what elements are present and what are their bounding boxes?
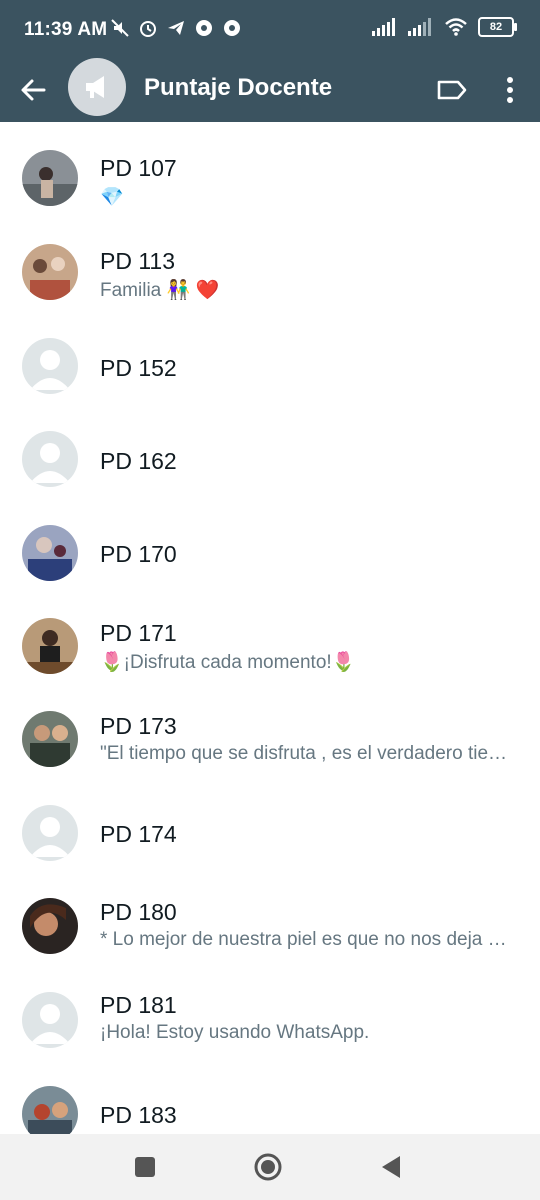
contact-name: PD 113 — [100, 248, 176, 274]
contact-status: 💎 — [100, 187, 124, 208]
battery-icon: 82 — [478, 17, 517, 37]
signal-icon — [408, 18, 431, 36]
contact-row[interactable]: PD 183 — [0, 1052, 540, 1134]
status-bar: 11:39 AM 82 — [0, 0, 540, 58]
contact-row[interactable]: PD 113 Familia 👫 ❤️ — [0, 215, 540, 308]
contact-name: PD 173 — [100, 713, 177, 739]
contact-row[interactable]: PD 181 ¡Hola! Estoy usando WhatsApp. — [0, 959, 540, 1052]
home-circle-icon[interactable] — [251, 1150, 285, 1184]
contact-row[interactable]: PD 173 "El tiempo que se disfruta , es e… — [0, 680, 540, 773]
contact-name: PD 171 — [100, 620, 177, 646]
contact-name: PD 170 — [100, 541, 177, 567]
contact-avatar[interactable] — [22, 711, 78, 767]
app-bar: Puntaje Docente — [0, 58, 540, 122]
contact-status: "El tiempo que se disfruta , es el verda… — [100, 743, 516, 764]
navigation-bar — [0, 1134, 540, 1200]
contact-status: * Lo mejor de nuestra piel es que no nos… — [100, 929, 516, 950]
default-avatar-icon[interactable] — [22, 431, 78, 487]
contact-name: PD 152 — [100, 355, 177, 381]
default-avatar-icon[interactable] — [22, 338, 78, 394]
back-triangle-icon[interactable] — [374, 1150, 408, 1184]
contact-name: PD 107 — [100, 155, 177, 181]
default-avatar-icon[interactable] — [22, 805, 78, 861]
contact-avatar[interactable] — [22, 1086, 78, 1134]
contact-avatar[interactable] — [22, 898, 78, 954]
megaphone-icon — [86, 76, 104, 98]
contact-row[interactable]: PD 180 * Lo mejor de nuestra piel es que… — [0, 866, 540, 959]
contact-name: PD 162 — [100, 448, 177, 474]
chrome-icon — [224, 20, 240, 36]
contact-status: ¡Hola! Estoy usando WhatsApp. — [100, 1022, 370, 1043]
label-tag-icon[interactable] — [434, 74, 470, 106]
more-vertical-icon[interactable] — [496, 72, 524, 108]
contact-avatar[interactable] — [22, 525, 78, 581]
contact-row[interactable]: PD 171 🌷¡Disfruta cada momento!🌷 — [0, 587, 540, 680]
alarm-icon — [140, 21, 156, 37]
contact-avatar[interactable] — [22, 150, 78, 206]
contact-row[interactable]: PD 170 — [0, 494, 540, 587]
contact-status: Familia 👫 ❤️ — [100, 280, 220, 301]
arrow-left-icon[interactable] — [16, 72, 52, 108]
contact-name: PD 183 — [100, 1102, 177, 1128]
contact-avatar[interactable] — [22, 618, 78, 674]
contact-name: PD 180 — [100, 899, 177, 925]
contact-status: 🌷¡Disfruta cada momento!🌷 — [100, 652, 356, 673]
group-avatar[interactable] — [68, 58, 126, 116]
wifi-icon — [445, 18, 467, 36]
recents-square-icon[interactable] — [128, 1150, 162, 1184]
contact-row[interactable]: PD 174 — [0, 773, 540, 866]
contact-list: PD 107 💎 PD 113 Familia 👫 ❤️ PD 152 PD 1… — [0, 122, 540, 1134]
contact-name: PD 181 — [100, 992, 177, 1018]
contact-row[interactable]: PD 152 — [0, 308, 540, 401]
chrome-icon — [196, 20, 212, 36]
default-avatar-icon[interactable] — [22, 992, 78, 1048]
contact-name: PD 174 — [100, 821, 177, 847]
group-title[interactable]: Puntaje Docente — [144, 74, 332, 102]
contact-avatar[interactable] — [22, 244, 78, 300]
mute-icon — [111, 19, 129, 37]
telegram-icon — [168, 21, 184, 35]
contact-row[interactable]: PD 107 💎 — [0, 122, 540, 215]
contact-row[interactable]: PD 162 — [0, 401, 540, 494]
signal-icon — [372, 18, 395, 36]
status-time: 11:39 AM — [24, 19, 108, 40]
